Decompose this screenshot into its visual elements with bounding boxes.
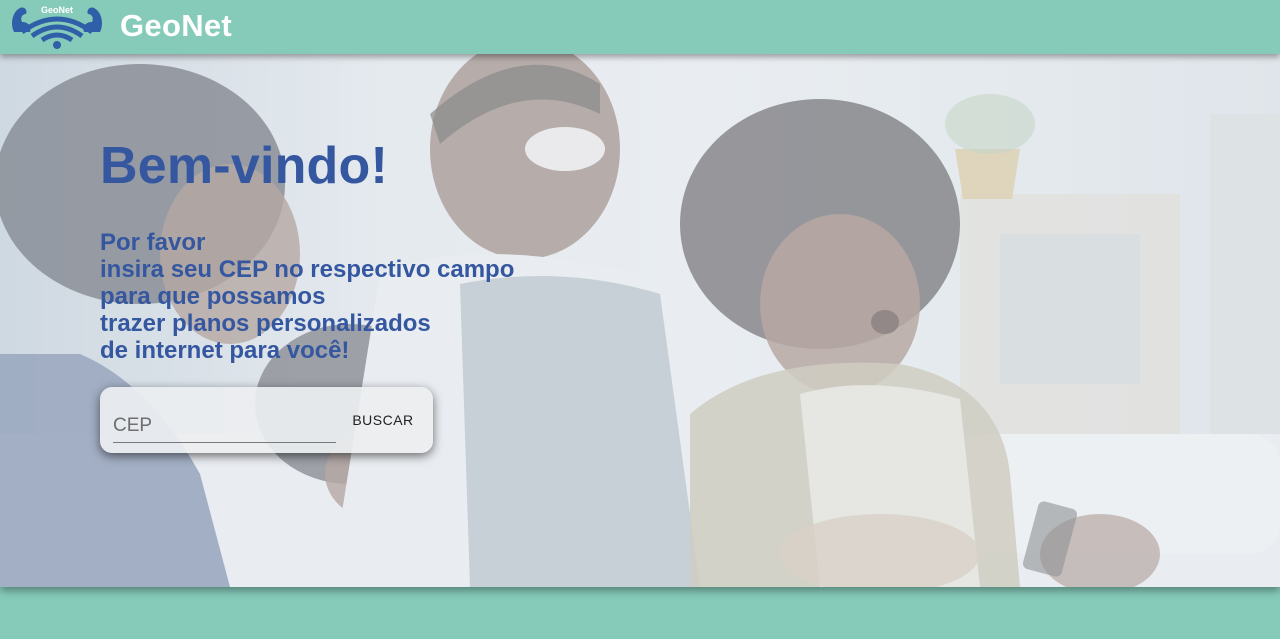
message-line: para que possamos	[100, 283, 326, 310]
footer-bar	[0, 587, 1280, 639]
message-line: trazer planos personalizados	[100, 310, 431, 337]
hero-section: Bem-vindo! Por favor insira seu CEP no r…	[0, 54, 1280, 587]
top-navbar: GeoNet GeoNet	[0, 0, 1280, 54]
cep-input[interactable]	[113, 401, 336, 443]
cep-search-card: BUSCAR	[100, 387, 433, 453]
message-line: insira seu CEP no respectivo campo	[100, 256, 515, 283]
message-line: de internet para você!	[100, 337, 350, 364]
brand-name[interactable]: GeoNet	[120, 8, 232, 44]
welcome-message: Por favor insira seu CEP no respectivo c…	[100, 229, 620, 364]
message-line: Por favor	[100, 229, 206, 256]
logo-text: GeoNet	[41, 5, 73, 15]
search-button[interactable]: BUSCAR	[348, 407, 418, 433]
welcome-title: Bem-vindo!	[100, 137, 388, 195]
geonet-logo-icon[interactable]: GeoNet	[8, 2, 106, 50]
